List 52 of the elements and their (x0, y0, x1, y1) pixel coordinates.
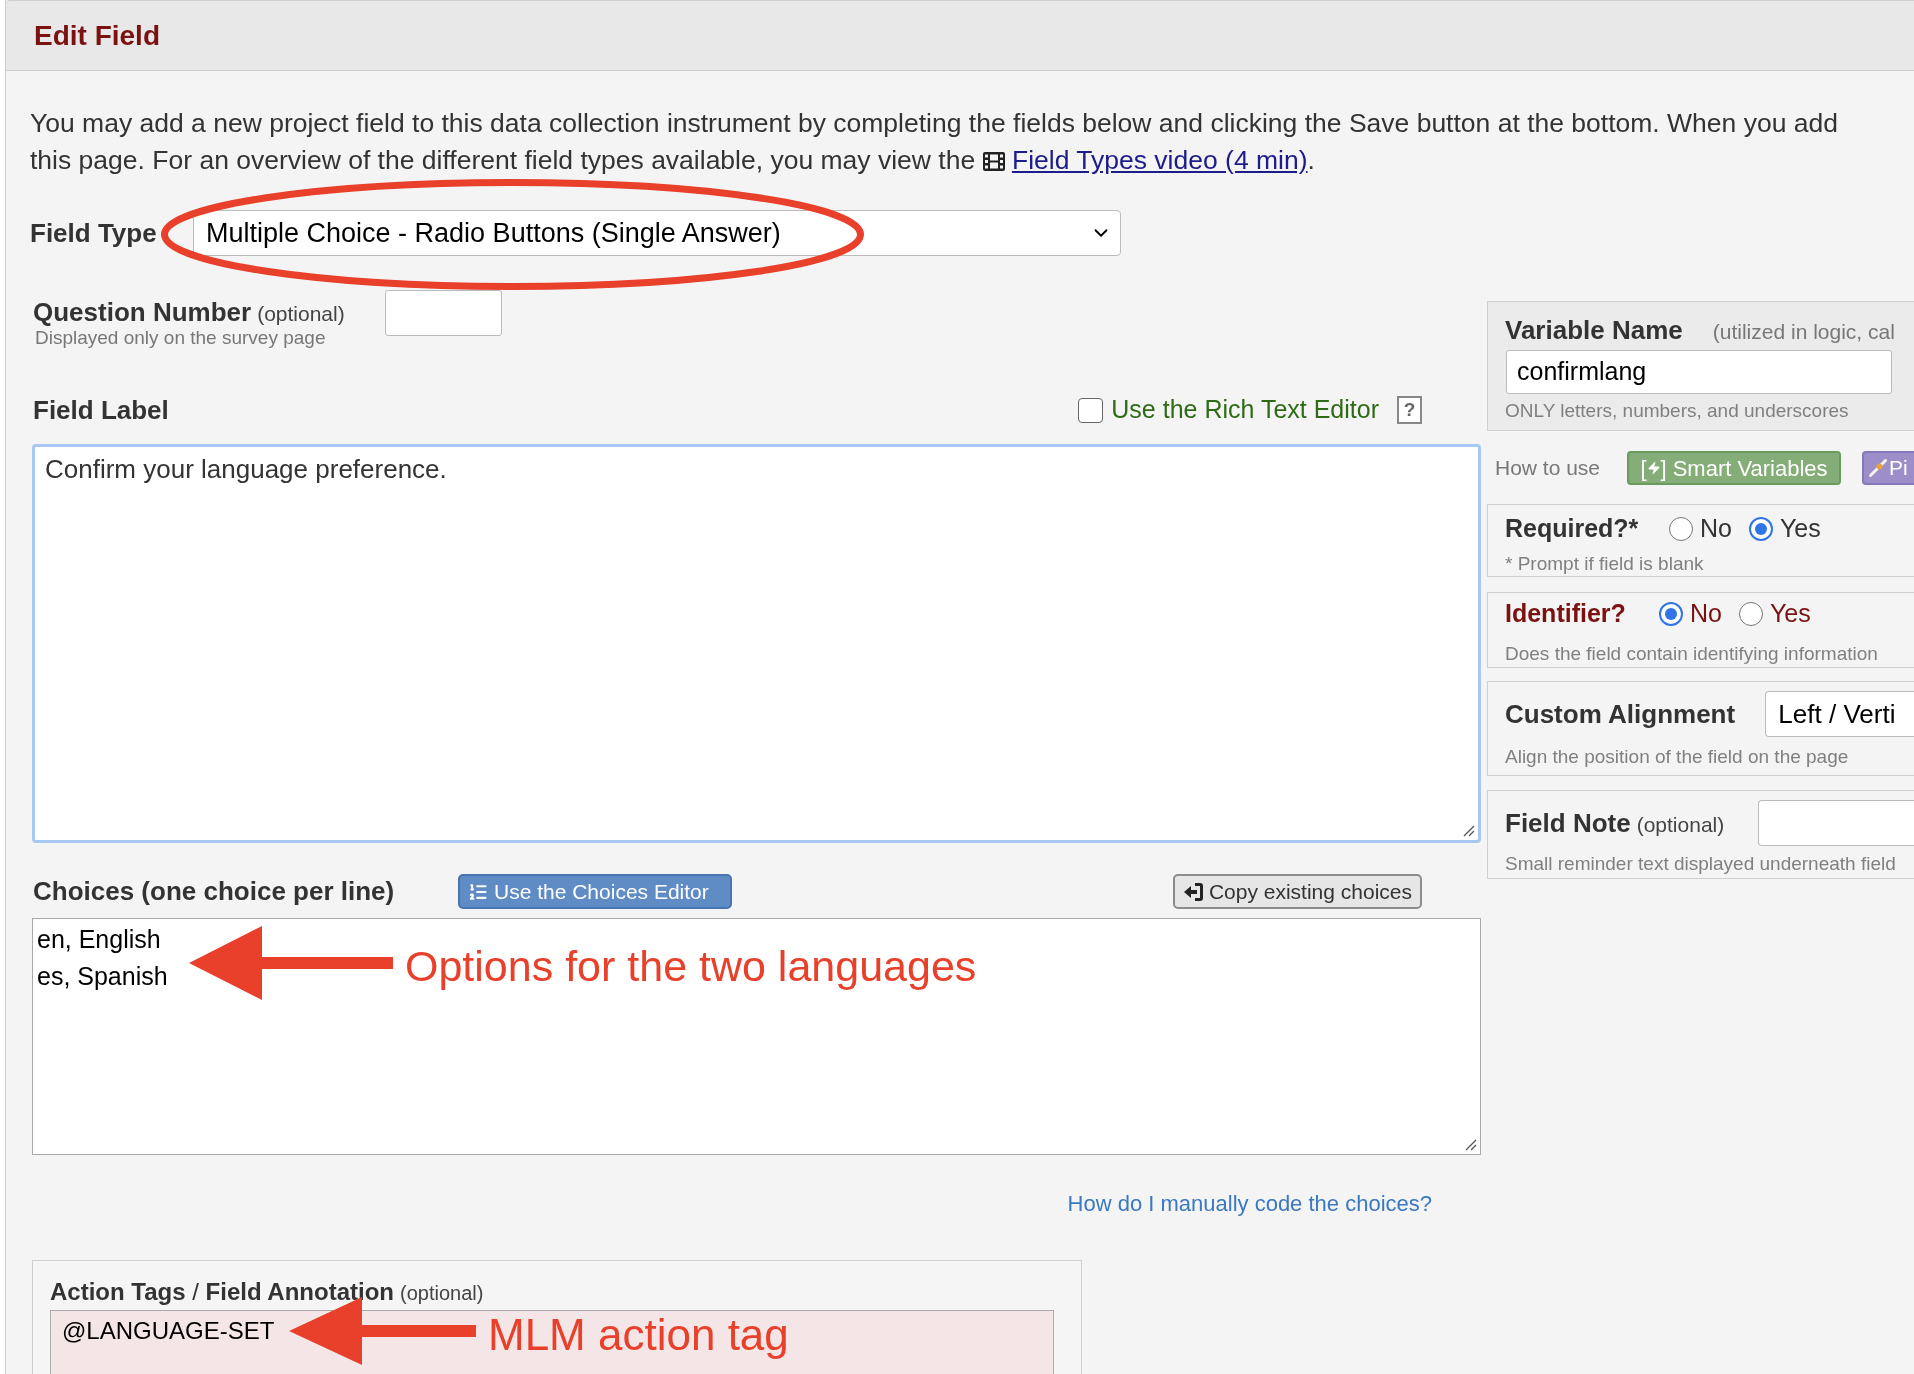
radio-label: Yes (1779, 513, 1821, 545)
annotation-text: MLM action tag (488, 1309, 789, 1361)
resize-grip-icon[interactable] (1465, 1139, 1477, 1151)
question-number-input[interactable] (385, 290, 502, 336)
radio-label: No (1690, 598, 1722, 630)
lightning-bolt-icon (1646, 460, 1661, 476)
variable-name-label: Variable Name (1505, 315, 1683, 345)
field-note-input[interactable] (1758, 800, 1914, 846)
optional-note: (optional) (400, 1281, 484, 1306)
copy-choices-button[interactable]: Copy existing choices (1172, 874, 1422, 909)
setting-label: Field Note (1505, 806, 1631, 840)
setting-hint: Align the position of the field on the page (1505, 745, 1850, 769)
checkbox[interactable] (1078, 397, 1104, 423)
radio-button[interactable] (1669, 517, 1693, 541)
setting-label: Required?* (1505, 513, 1640, 545)
setting-hint: Does the field contain identifying information (1505, 642, 1879, 666)
radio-label: Yes (1769, 598, 1811, 630)
action-tags-label: Action Tags / Field Annotation (50, 1277, 394, 1307)
video-link[interactable]: Field Types video (4 min) (1011, 145, 1308, 175)
variable-name-input[interactable]: confirmlang (1506, 350, 1892, 394)
help-button[interactable]: ? (1397, 396, 1422, 424)
radio-button[interactable] (1659, 602, 1683, 626)
variable-name-hint: ONLY letters, numbers, and underscores (1505, 399, 1850, 423)
field-type-label: Field Type (30, 216, 158, 250)
radio-button[interactable] (1738, 602, 1763, 626)
setting-hint: Small reminder text displayed underneath field (1505, 852, 1897, 876)
annotation-text: Options for the two languages (405, 941, 977, 992)
resize-grip-icon[interactable] (1463, 825, 1475, 837)
arrow-out-of-bracket-icon (1182, 882, 1203, 901)
radio-button[interactable] (1748, 517, 1773, 541)
optional-note: (optional) (1636, 811, 1725, 838)
field-label-input[interactable]: Confirm your language preference. (32, 444, 1481, 843)
setting-hint: * Prompt if field is blank (1505, 552, 1705, 576)
optional-note: (optional) (257, 301, 345, 327)
intro-text: You may add a new project field to this data collection instrument by completing the fields below and clicking the Save button at the bottom. When you add this page. For an overview of the different field types available, you may view the Field Types video (4 min). (30, 107, 1839, 177)
checkbox-label[interactable]: Use the Rich Text Editor (1111, 391, 1379, 429)
setting-label: Custom Alignment (1505, 697, 1737, 731)
film-icon (982, 152, 1005, 171)
field-label-heading: Field Label (33, 393, 169, 427)
numbered-list-icon (468, 881, 488, 902)
variable-name-note: (utilized in logic, cal (1712, 319, 1895, 345)
choices-label: Choices (one choice per line) (33, 875, 396, 908)
field-type-select[interactable]: Multiple Choice - Radio Buttons (Single Answer) (193, 210, 1121, 256)
manual-coding-link[interactable]: How do I manually code the choices? (1067, 1190, 1432, 1218)
page-title: Edit Field (34, 18, 160, 53)
alignment-select[interactable]: Left / Verti (1765, 691, 1914, 737)
how-to-use-label: How to use (1495, 455, 1602, 482)
radio-label: No (1700, 513, 1732, 545)
question-number-hint: Displayed only on the survey page (35, 327, 327, 349)
question-number-label: Question Number (33, 297, 252, 327)
pipette-icon (1869, 459, 1887, 477)
setting-label: Identifier? (1505, 598, 1627, 630)
